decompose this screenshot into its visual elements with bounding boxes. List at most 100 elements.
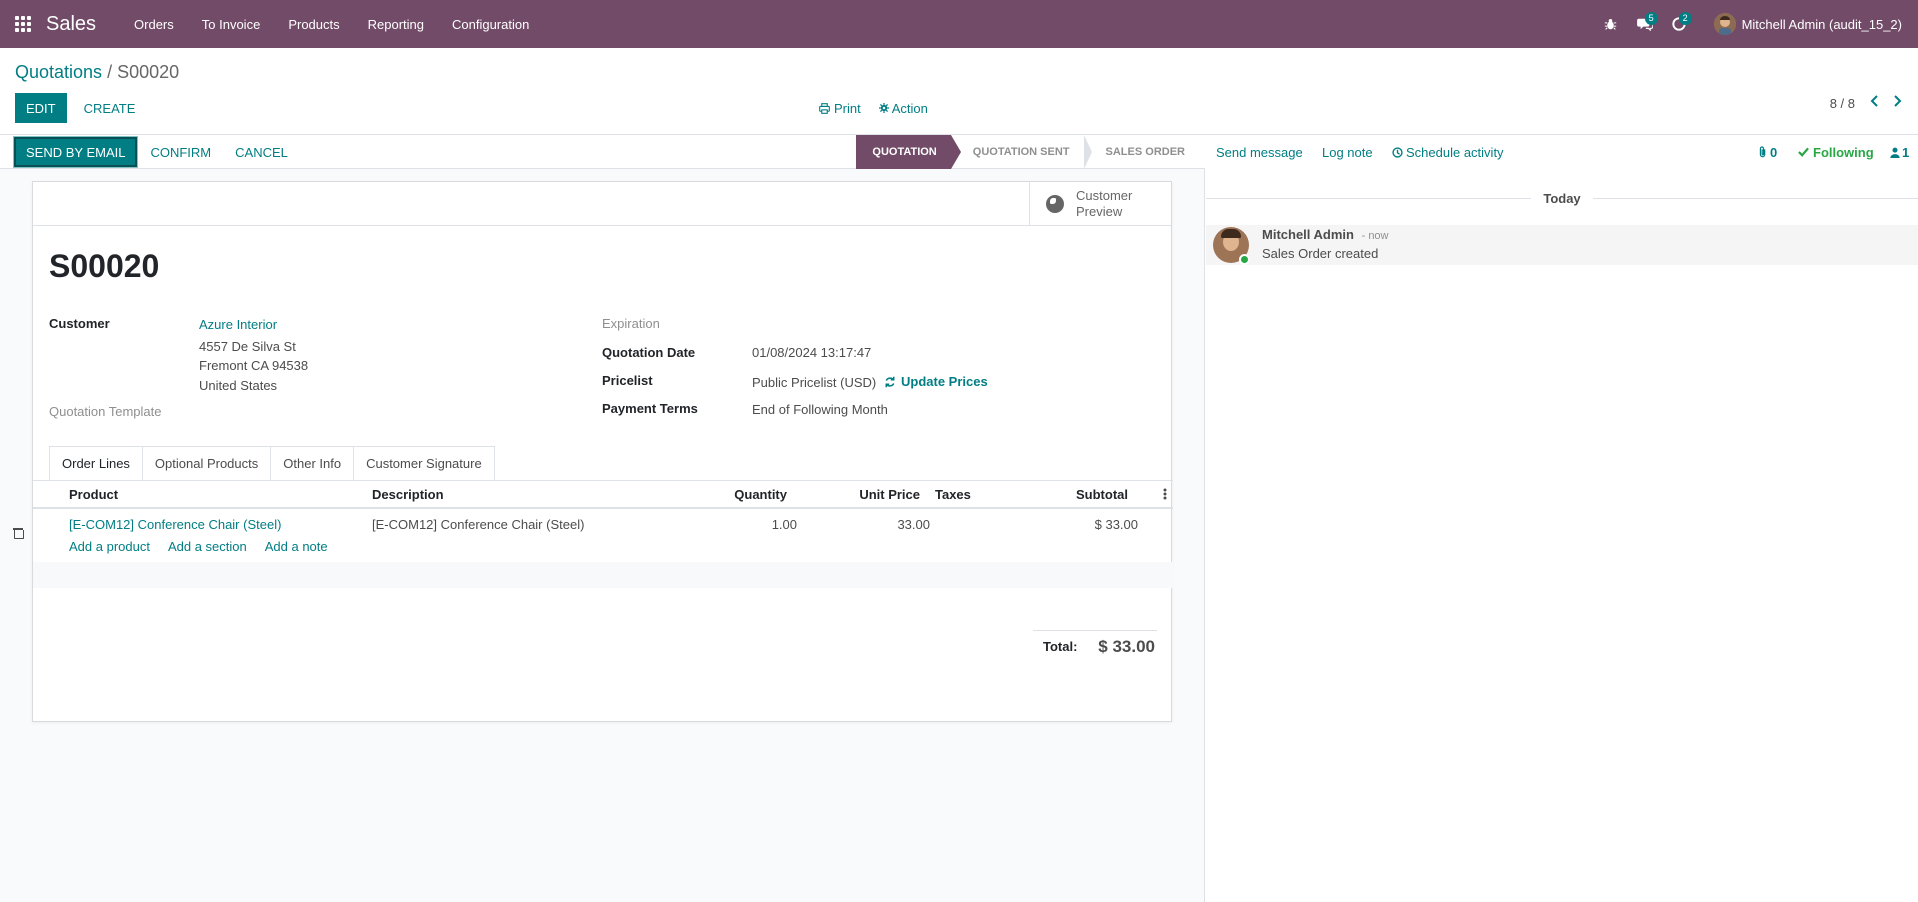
pager: 8 / 8 bbox=[1830, 94, 1903, 112]
row-subtotal: $ 33.00 bbox=[1094, 516, 1138, 532]
add-product-link[interactable]: Add a product bbox=[69, 539, 150, 554]
customer-preview-line-2: Preview bbox=[1076, 204, 1123, 219]
tab-customer-signature[interactable]: Customer Signature bbox=[353, 446, 495, 480]
message-author[interactable]: Mitchell Admin bbox=[1262, 227, 1354, 242]
empty-row bbox=[33, 562, 1173, 588]
col-quantity[interactable]: Quantity bbox=[734, 487, 787, 502]
col-taxes[interactable]: Taxes bbox=[935, 487, 971, 502]
activities-badge: 2 bbox=[1678, 12, 1692, 25]
customer-preview-line-1: Customer bbox=[1076, 188, 1133, 203]
col-subtotal[interactable]: Subtotal bbox=[1076, 487, 1128, 502]
user-avatar bbox=[1713, 13, 1736, 35]
form-sheet: Customer Preview S00020 Customer Azure I… bbox=[13, 181, 1173, 722]
activity-menu[interactable]: 2 bbox=[1662, 0, 1696, 48]
add-section-link[interactable]: Add a section bbox=[168, 539, 247, 554]
chatter-topbar: Send message Log note Schedule activity … bbox=[1206, 135, 1918, 169]
notebook-tabs: Order Lines Optional Products Other Info… bbox=[49, 446, 495, 480]
pricelist-value: Public Pricelist (USD) bbox=[752, 375, 877, 390]
schedule-activity-button[interactable]: Schedule activity bbox=[1392, 145, 1504, 160]
messaging-menu[interactable]: 5 bbox=[1628, 0, 1662, 48]
online-status-icon bbox=[1239, 254, 1250, 265]
refresh-icon bbox=[885, 376, 895, 387]
stage-quotation[interactable]: QUOTATION bbox=[856, 135, 962, 169]
col-product[interactable]: Product bbox=[69, 487, 118, 502]
breadcrumb-current: S00020 bbox=[117, 62, 180, 82]
messages-badge: 5 bbox=[1644, 12, 1658, 25]
print-menu[interactable]: Print bbox=[814, 93, 866, 123]
menu-products[interactable]: Products bbox=[288, 17, 339, 32]
row-unit-price[interactable]: 33.00 bbox=[897, 517, 930, 532]
breadcrumb: Quotations / S00020 bbox=[15, 62, 179, 83]
print-icon bbox=[819, 102, 830, 114]
debug-icon[interactable] bbox=[1594, 0, 1628, 48]
table-row[interactable]: [E-COM12] Conference Chair (Steel) [E-CO… bbox=[13, 511, 1173, 539]
action-menu[interactable]: Action bbox=[874, 93, 933, 123]
message-time: - now bbox=[1361, 230, 1389, 242]
breadcrumb-separator: / bbox=[107, 62, 113, 82]
user-name: Mitchell Admin (audit_15_2) bbox=[1741, 16, 1902, 32]
pager-value[interactable]: 8 / 8 bbox=[1830, 96, 1855, 111]
send-by-email-button[interactable]: SEND BY EMAIL bbox=[14, 137, 138, 167]
following-button[interactable]: Following bbox=[1798, 145, 1874, 160]
row-description[interactable]: [E-COM12] Conference Chair (Steel) bbox=[372, 517, 584, 532]
user-menu[interactable]: Mitchell Admin (audit_15_2) bbox=[1713, 13, 1902, 35]
message-body: Sales Order created bbox=[1262, 246, 1379, 261]
pager-next-icon[interactable] bbox=[1893, 94, 1903, 112]
quotation-date-value: 01/08/2024 13:17:47 bbox=[752, 345, 872, 360]
form-statusbar: SEND BY EMAIL CONFIRM CANCEL QUOTATION Q… bbox=[0, 135, 1205, 169]
chatter: Send message Log note Schedule activity … bbox=[1206, 135, 1918, 902]
payment-terms-value: End of Following Month bbox=[752, 402, 888, 417]
customer-link[interactable]: Azure Interior bbox=[199, 317, 277, 332]
row-product[interactable]: [E-COM12] Conference Chair (Steel) bbox=[69, 517, 281, 532]
attachments-count: 0 bbox=[1770, 144, 1778, 160]
apps-grid-icon bbox=[15, 16, 31, 32]
update-prices-button[interactable]: Update Prices bbox=[884, 374, 988, 389]
message: Mitchell Admin - now Sales Order created bbox=[1206, 225, 1918, 265]
app-menu-button[interactable] bbox=[0, 0, 46, 48]
confirm-button[interactable]: CONFIRM bbox=[139, 137, 222, 167]
create-button[interactable]: CREATE bbox=[73, 93, 147, 123]
column-options-icon[interactable] bbox=[1163, 488, 1167, 503]
user-icon bbox=[1890, 147, 1900, 158]
cancel-button[interactable]: CANCEL bbox=[224, 137, 299, 167]
menu-orders[interactable]: Orders bbox=[134, 17, 174, 32]
print-label: Print bbox=[834, 100, 861, 116]
order-lines-header: Product Description Quantity Unit Price … bbox=[33, 481, 1173, 509]
tab-order-lines[interactable]: Order Lines bbox=[49, 446, 143, 480]
breadcrumb-quotations[interactable]: Quotations bbox=[15, 62, 102, 82]
total-value: $ 33.00 bbox=[1098, 637, 1155, 656]
edit-button[interactable]: EDIT bbox=[15, 93, 67, 123]
menu-to-invoice[interactable]: To Invoice bbox=[202, 17, 261, 32]
form-buttons: EDIT CREATE bbox=[15, 93, 146, 123]
paperclip-icon bbox=[1759, 146, 1766, 158]
customer-preview-button[interactable]: Customer Preview bbox=[1029, 182, 1171, 226]
order-name: S00020 bbox=[49, 248, 160, 284]
tab-other-info[interactable]: Other Info bbox=[270, 446, 355, 480]
col-unit-price[interactable]: Unit Price bbox=[859, 487, 920, 502]
row-quantity[interactable]: 1.00 bbox=[772, 517, 797, 532]
date-separator-label: Today bbox=[1543, 191, 1581, 206]
action-menus: Print Action bbox=[814, 93, 933, 123]
log-note-button[interactable]: Log note bbox=[1322, 145, 1373, 160]
total-label: Total: bbox=[1043, 639, 1078, 654]
tab-optional-products[interactable]: Optional Products bbox=[141, 446, 272, 480]
menu-configuration[interactable]: Configuration bbox=[452, 17, 529, 32]
add-note-link[interactable]: Add a note bbox=[265, 539, 328, 554]
stage-sales-order[interactable]: SALES ORDER bbox=[1084, 135, 1199, 169]
quotation-template-label: Quotation Template bbox=[49, 404, 162, 419]
following-label: Following bbox=[1813, 144, 1874, 160]
send-message-button[interactable]: Send message bbox=[1216, 145, 1303, 160]
clock-icon bbox=[1392, 146, 1403, 158]
delete-line-icon[interactable] bbox=[13, 527, 24, 539]
add-line-links: Add a product Add a section Add a note bbox=[69, 539, 328, 554]
menu-reporting[interactable]: Reporting bbox=[368, 17, 424, 32]
pager-previous-icon[interactable] bbox=[1869, 94, 1879, 112]
payment-terms-label: Payment Terms bbox=[602, 401, 698, 416]
stage-quotation-sent[interactable]: QUOTATION SENT bbox=[951, 135, 1092, 169]
followers-button[interactable]: 1 bbox=[1890, 145, 1909, 160]
app-name[interactable]: Sales bbox=[46, 13, 96, 36]
col-description[interactable]: Description bbox=[372, 487, 444, 502]
attachments-button[interactable]: 0 bbox=[1758, 145, 1777, 160]
check-icon bbox=[1798, 147, 1809, 157]
main-navbar: Sales Orders To Invoice Products Reporti… bbox=[0, 0, 1918, 48]
